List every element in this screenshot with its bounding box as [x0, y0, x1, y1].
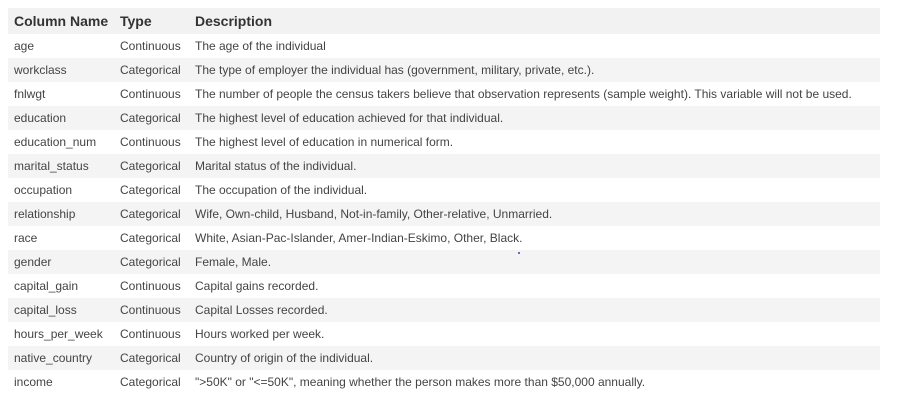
cell-description: Country of origin of the individual.: [195, 351, 374, 365]
cell-description: White, Asian-Pac-Islander, Amer-Indian-E…: [195, 231, 523, 245]
cell-column-name: workclass: [14, 63, 67, 77]
header-description: Description: [195, 13, 273, 29]
cell-type: Categorical: [120, 111, 181, 125]
cell-column-name: gender: [14, 255, 52, 269]
cell-description: Wife, Own-child, Husband, Not-in-family,…: [195, 207, 553, 221]
cell-description: Hours worked per week.: [195, 327, 325, 341]
cell-type: Categorical: [120, 207, 181, 221]
cell-description: Capital Losses recorded.: [195, 303, 328, 317]
table-row: race Categorical White, Asian-Pac-Island…: [8, 226, 880, 250]
cell-description: Female, Male.: [195, 255, 272, 269]
cell-description: Capital gains recorded.: [195, 279, 319, 293]
table-row: gender Categorical Female, Male.: [8, 250, 880, 274]
cell-description: Marital status of the individual.: [195, 159, 357, 173]
table-row: occupation Categorical The occupation of…: [8, 178, 880, 202]
data-dictionary-table-container: Column Name Type Description age Continu…: [8, 8, 880, 394]
cell-column-name: fnlwgt: [14, 87, 46, 101]
table-row: education Categorical The highest level …: [8, 106, 880, 130]
cell-type: Continuous: [120, 279, 181, 293]
data-dictionary-table: Column Name Type Description age Continu…: [8, 8, 880, 394]
cell-column-name: capital_loss: [14, 303, 77, 317]
cell-type: Continuous: [120, 303, 181, 317]
cell-type: Categorical: [120, 255, 181, 269]
cell-type: Categorical: [120, 159, 181, 173]
cell-column-name: income: [14, 375, 53, 389]
cell-column-name: capital_gain: [14, 279, 79, 293]
cell-type: Continuous: [120, 87, 181, 101]
cell-type: Categorical: [120, 375, 181, 389]
cell-type: Categorical: [120, 351, 181, 365]
cell-type: Continuous: [120, 327, 181, 341]
cell-description: The highest level of education achieved …: [195, 111, 504, 125]
table-row: capital_gain Continuous Capital gains re…: [8, 274, 880, 298]
table-row: native_country Categorical Country of or…: [8, 346, 880, 370]
cell-type: Categorical: [120, 63, 181, 77]
cell-column-name: hours_per_week: [14, 327, 103, 341]
header-column-name: Column Name: [14, 13, 109, 29]
table-row: workclass Categorical The type of employ…: [8, 58, 880, 82]
table-row: income Categorical ">50K" or "<=50K", me…: [8, 370, 880, 394]
cell-description: The number of people the census takers b…: [195, 87, 852, 101]
table-row: fnlwgt Continuous The number of people t…: [8, 82, 880, 106]
cell-column-name: native_country: [14, 351, 93, 365]
table-header-row: Column Name Type Description: [8, 8, 880, 34]
cell-description: The age of the individual: [195, 39, 326, 53]
table-row: age Continuous The age of the individual: [8, 34, 880, 58]
cell-description: The occupation of the individual.: [195, 183, 368, 197]
table-row: capital_loss Continuous Capital Losses r…: [8, 298, 880, 322]
cell-column-name: education_num: [14, 135, 97, 149]
header-type: Type: [120, 13, 152, 29]
cell-description: ">50K" or "<=50K", meaning whether the p…: [195, 375, 646, 389]
cell-column-name: occupation: [14, 183, 73, 197]
cell-description: The highest level of education in numeri…: [195, 135, 454, 149]
table-row: hours_per_week Continuous Hours worked p…: [8, 322, 880, 346]
cell-column-name: relationship: [14, 207, 76, 221]
cell-column-name: education: [14, 111, 67, 125]
table-row: marital_status Categorical Marital statu…: [8, 154, 880, 178]
cursor-dot: [518, 252, 520, 254]
table-row: relationship Categorical Wife, Own-child…: [8, 202, 880, 226]
cell-description: The type of employer the individual has …: [195, 63, 595, 77]
cell-type: Categorical: [120, 231, 181, 245]
cell-column-name: marital_status: [14, 159, 89, 173]
cell-column-name: race: [14, 231, 38, 245]
table-row: education_num Continuous The highest lev…: [8, 130, 880, 154]
table-header: Column Name Type Description: [8, 8, 880, 34]
cell-type: Continuous: [120, 135, 181, 149]
cell-type: Categorical: [120, 183, 181, 197]
table-body: age Continuous The age of the individual…: [8, 34, 880, 394]
cell-type: Continuous: [120, 39, 181, 53]
cell-column-name: age: [14, 39, 35, 53]
